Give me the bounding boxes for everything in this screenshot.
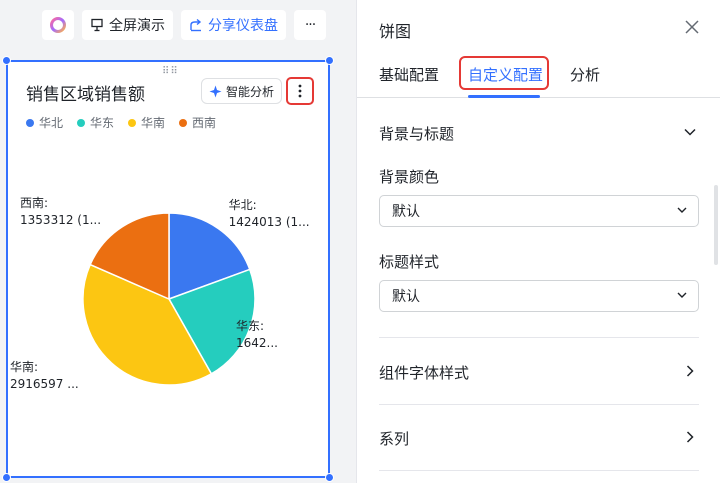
bg-color-select[interactable]: 默认 bbox=[379, 195, 699, 227]
divider bbox=[379, 404, 699, 405]
presentation-icon bbox=[90, 18, 104, 32]
fullscreen-button[interactable]: 全屏演示 bbox=[82, 10, 173, 40]
tab-custom-config[interactable]: 自定义配置 bbox=[468, 64, 543, 85]
active-tab-indicator bbox=[468, 95, 540, 98]
divider bbox=[379, 337, 699, 338]
title-style-label: 标题样式 bbox=[379, 253, 440, 271]
tab-basic-config[interactable]: 基础配置 bbox=[379, 64, 439, 85]
brand-ring-icon bbox=[50, 17, 66, 33]
share-icon bbox=[189, 18, 203, 32]
chevron-down-icon[interactable] bbox=[682, 124, 698, 140]
section-bg-title-header[interactable]: 背景与标题 bbox=[379, 123, 454, 144]
close-icon bbox=[685, 20, 699, 34]
config-panel: 饼图 基础配置 自定义配置 分析 背景与标题 背景颜色 默认 标题样式 默认 组… bbox=[356, 0, 720, 483]
panel-title: 饼图 bbox=[379, 22, 412, 41]
dashboard-canvas: 全屏演示 分享仪表盘 ··· ⠿⠿ 销售区域销售额 智能分析 华北 华东 华南 … bbox=[0, 0, 342, 483]
section-series-header[interactable]: 系列 bbox=[379, 428, 409, 449]
panel-scrollbar[interactable] bbox=[714, 185, 718, 265]
section-font-style-header[interactable]: 组件字体样式 bbox=[379, 362, 469, 383]
horizontal-ellipsis-icon: ··· bbox=[304, 17, 316, 33]
divider bbox=[379, 470, 699, 471]
close-button[interactable] bbox=[682, 17, 702, 37]
title-style-select[interactable]: 默认 bbox=[379, 280, 699, 312]
chevron-down-icon bbox=[677, 207, 687, 213]
share-label: 分享仪表盘 bbox=[208, 18, 278, 34]
pie-chart-card[interactable]: ⠿⠿ 销售区域销售额 智能分析 华北 华东 华南 西南 华北: 1424013 (1.… bbox=[2, 56, 334, 482]
pie-data-label: 华南: 2916597 ... bbox=[10, 360, 79, 392]
chevron-right-icon[interactable] bbox=[682, 429, 698, 445]
pie-data-label: 西南: 1353312 (1... bbox=[20, 195, 102, 227]
share-dashboard-button[interactable]: 分享仪表盘 bbox=[181, 10, 286, 40]
pie-data-label: 华北: 1424013 (1... bbox=[228, 197, 310, 229]
chevron-down-icon bbox=[677, 292, 687, 298]
tab-analysis[interactable]: 分析 bbox=[570, 64, 600, 85]
config-tabs: 基础配置 自定义配置 分析 bbox=[357, 52, 720, 98]
dashboard-toolbar: 全屏演示 分享仪表盘 ··· bbox=[42, 10, 326, 42]
app-root: 全屏演示 分享仪表盘 ··· ⠿⠿ 销售区域销售额 智能分析 华北 华东 华南 … bbox=[0, 0, 720, 483]
pie-data-label: 华东: 1642... bbox=[236, 318, 278, 350]
bg-color-value: 默认 bbox=[392, 204, 420, 220]
more-options-button[interactable]: ··· bbox=[294, 10, 326, 40]
fullscreen-label: 全屏演示 bbox=[109, 18, 165, 34]
pie-chart bbox=[82, 212, 256, 386]
title-style-value: 默认 bbox=[392, 289, 420, 305]
bg-color-label: 背景颜色 bbox=[379, 168, 440, 186]
chevron-right-icon[interactable] bbox=[682, 363, 698, 379]
brand-logo-button[interactable] bbox=[42, 10, 74, 40]
